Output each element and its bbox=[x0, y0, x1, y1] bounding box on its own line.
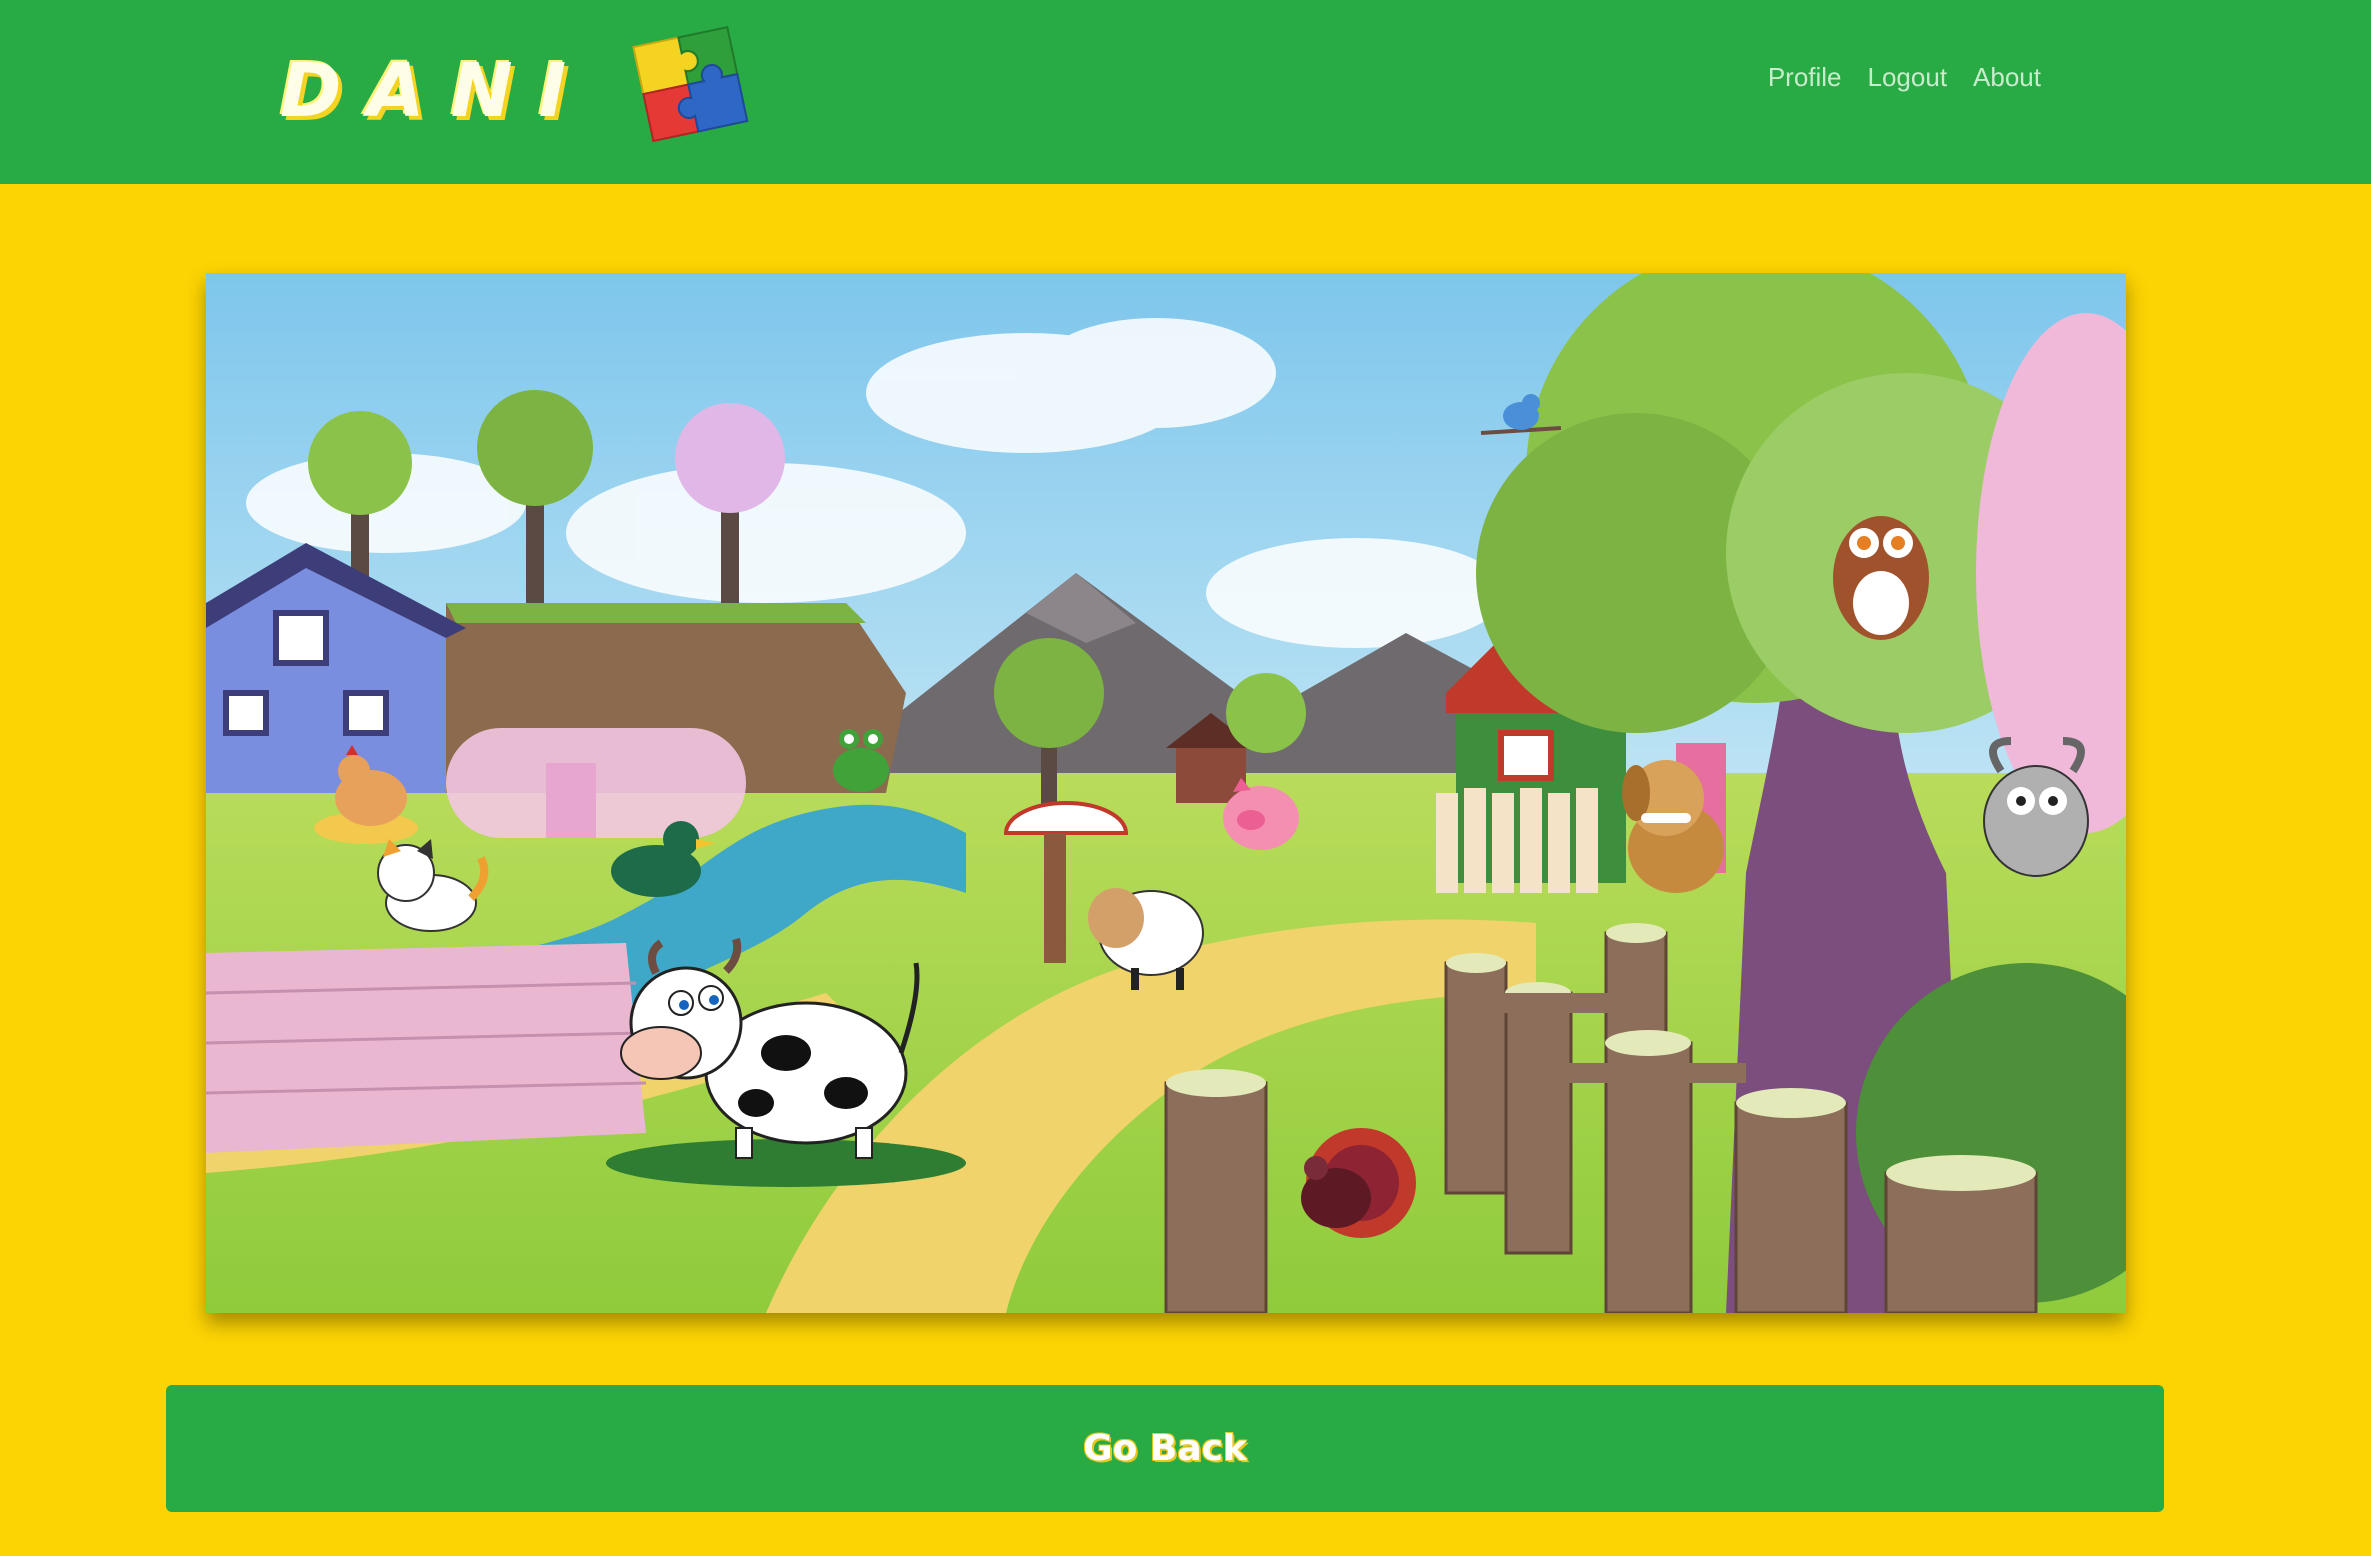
nav-about-link[interactable]: About bbox=[1973, 62, 2041, 93]
nav-logout-link[interactable]: Logout bbox=[1868, 62, 1948, 93]
brand-name: DANI bbox=[280, 48, 593, 134]
navbar: DANI Profile Logout About bbox=[0, 0, 2371, 184]
brand-logo[interactable]: DANI bbox=[280, 25, 776, 156]
puzzle-pieces-icon bbox=[632, 25, 749, 143]
go-back-button[interactable]: Go Back bbox=[166, 1385, 2164, 1512]
nav-links: Profile Logout About bbox=[1768, 62, 2041, 93]
farm-scene-illustration bbox=[206, 273, 2126, 1313]
nav-profile-link[interactable]: Profile bbox=[1768, 62, 1842, 93]
farm-scene bbox=[206, 273, 2126, 1313]
owl-icon[interactable] bbox=[1833, 516, 1929, 640]
